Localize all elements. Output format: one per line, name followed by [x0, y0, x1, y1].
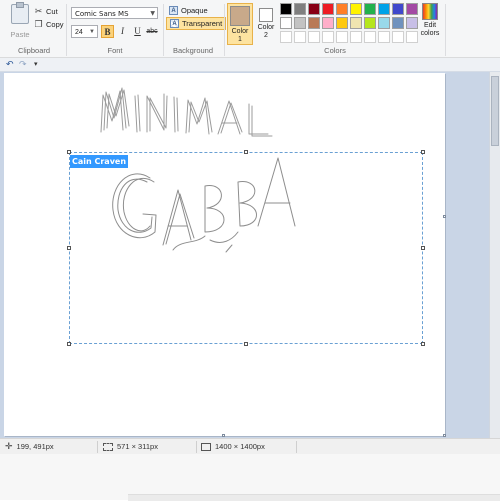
selection-handle[interactable]	[421, 342, 425, 346]
crosshair-icon: ✛	[5, 441, 13, 451]
image-size: 1400 × 1400px	[201, 439, 265, 454]
text-box-selection[interactable]	[69, 152, 423, 344]
selected-text[interactable]: Cain Craven	[70, 155, 129, 168]
selection-handle[interactable]	[67, 246, 71, 250]
taskbar-area	[0, 454, 500, 501]
cursor-position-value: 199, 491px	[16, 442, 54, 451]
cursor-position: ✛ 199, 491px	[5, 439, 54, 454]
selection-handle[interactable]	[421, 150, 425, 154]
selection-size: 571 × 311px	[103, 439, 158, 454]
selection-handle[interactable]	[244, 150, 248, 154]
status-divider	[97, 441, 98, 453]
selection-handle[interactable]	[244, 342, 248, 346]
selection-size-value: 571 × 311px	[117, 442, 158, 451]
status-bar: ✛ 199, 491px 571 × 311px 1400 × 1400px	[0, 438, 500, 454]
image-size-value: 1400 × 1400px	[215, 442, 265, 451]
selection-handle[interactable]	[421, 246, 425, 250]
status-divider	[296, 441, 297, 453]
status-divider	[196, 441, 197, 453]
selection-handle[interactable]	[67, 150, 71, 154]
selection-handle[interactable]	[67, 342, 71, 346]
image-size-icon	[201, 442, 211, 451]
scrollbar-thumb[interactable]	[491, 76, 499, 146]
vertical-scrollbar[interactable]	[489, 72, 500, 438]
selection-icon	[103, 442, 113, 451]
